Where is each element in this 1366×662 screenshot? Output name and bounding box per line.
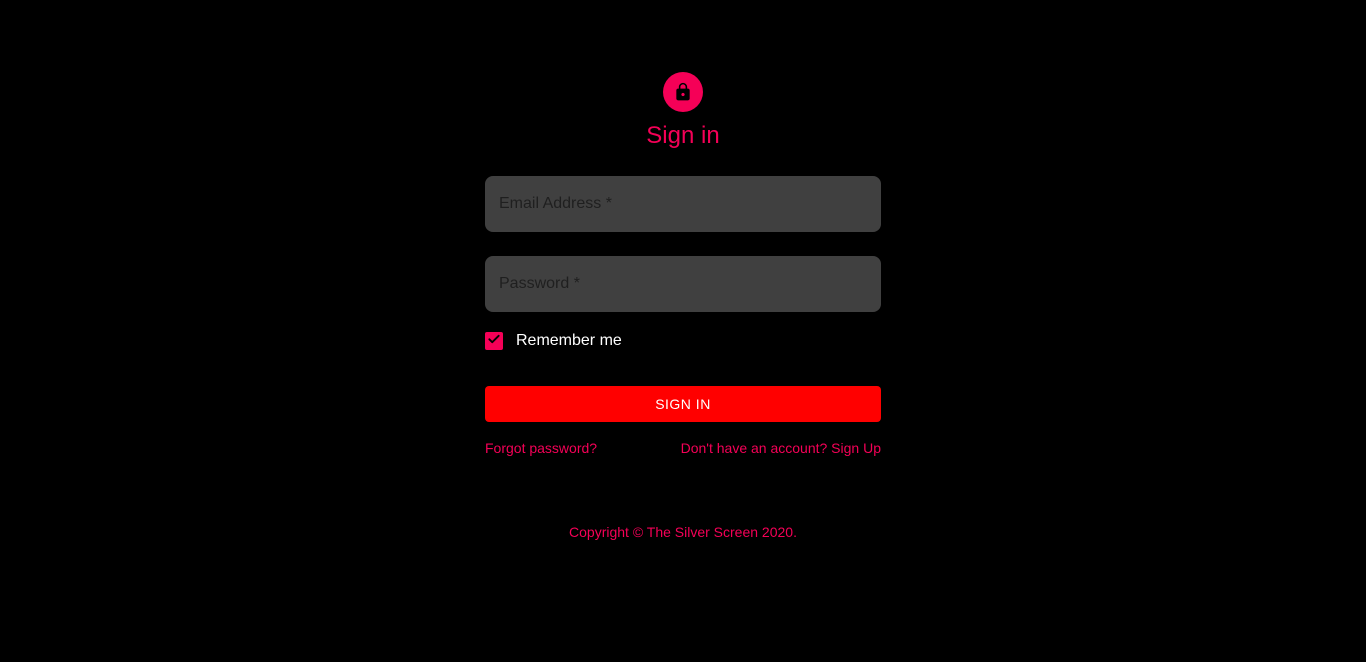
sign-in-button[interactable]: Sign In — [485, 386, 881, 422]
email-placeholder: Email Address * — [499, 195, 612, 212]
remember-me-checkbox[interactable] — [485, 332, 503, 350]
checkmark-icon — [487, 332, 501, 351]
remember-me-control[interactable]: Remember me — [485, 330, 622, 352]
sign-in-page: Sign in Email Address * Password * Remem… — [0, 0, 1366, 662]
avatar — [663, 72, 703, 112]
email-field[interactable]: Email Address * — [485, 176, 881, 232]
copyright-text: Copyright © The Silver Screen 2020. — [569, 524, 797, 540]
forgot-password-link[interactable]: Forgot password? — [485, 439, 597, 457]
password-field[interactable]: Password * — [485, 256, 881, 312]
remember-me-label: Remember me — [516, 332, 622, 349]
lock-icon — [673, 82, 693, 102]
page-title: Sign in — [646, 122, 720, 149]
sign-up-link[interactable]: Don't have an account? Sign Up — [681, 439, 881, 457]
password-placeholder: Password * — [499, 275, 580, 292]
